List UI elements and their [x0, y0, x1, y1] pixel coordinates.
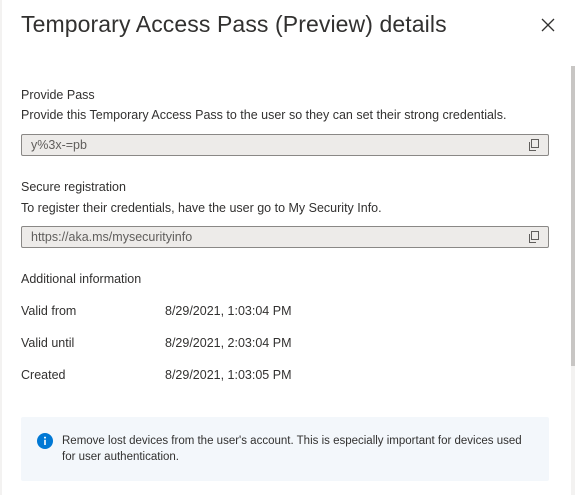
- copy-pass-button[interactable]: [520, 135, 548, 155]
- security-info-url-field[interactable]: https://aka.ms/mysecurityinfo: [21, 226, 549, 248]
- copy-icon: [529, 231, 539, 243]
- copy-icon: [529, 139, 539, 151]
- copy-url-button[interactable]: [520, 227, 548, 247]
- created-value: 8/29/2021, 1:03:05 PM: [165, 368, 292, 382]
- pass-value[interactable]: y%3x-=pb: [22, 138, 520, 152]
- valid-from-label: Valid from: [21, 304, 77, 318]
- additional-info-heading: Additional information: [21, 272, 142, 286]
- secure-registration-heading: Secure registration: [21, 180, 126, 194]
- provide-pass-description: Provide this Temporary Access Pass to th…: [21, 108, 507, 122]
- valid-until-value: 8/29/2021, 2:03:04 PM: [165, 336, 292, 350]
- secure-registration-description: To register their credentials, have the …: [21, 201, 382, 215]
- info-icon: [37, 433, 53, 449]
- created-label: Created: [21, 368, 66, 382]
- security-info-url[interactable]: https://aka.ms/mysecurityinfo: [22, 230, 520, 244]
- valid-until-label: Valid until: [21, 336, 75, 350]
- panel-left-edge: [0, 0, 2, 495]
- close-icon: [541, 18, 555, 32]
- info-banner-text: Remove lost devices from the user's acco…: [62, 435, 522, 463]
- panel-title: Temporary Access Pass (Preview) details: [21, 11, 447, 37]
- close-button[interactable]: [537, 14, 559, 36]
- pass-value-field[interactable]: y%3x-=pb: [21, 134, 549, 156]
- info-banner: Remove lost devices from the user's acco…: [21, 417, 549, 481]
- valid-from-value: 8/29/2021, 1:03:04 PM: [165, 304, 292, 318]
- scrollbar-thumb[interactable]: [571, 66, 575, 366]
- tap-details-panel: Temporary Access Pass (Preview) details …: [0, 0, 575, 495]
- provide-pass-heading: Provide Pass: [21, 88, 95, 102]
